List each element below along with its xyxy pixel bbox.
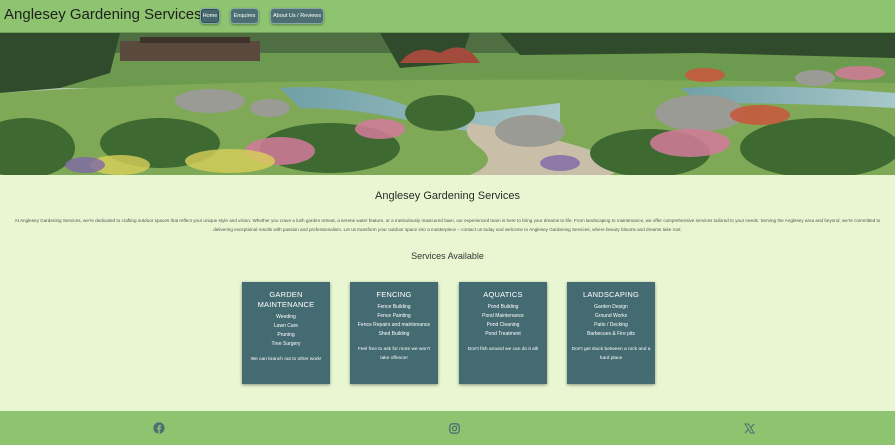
service-card-note: Don't get stuck between a rock and a har… <box>571 347 651 361</box>
service-item: Pond Maintenance <box>482 313 524 319</box>
service-card-landscaping: LANDSCAPING Garden Design Ground Works P… <box>567 282 655 384</box>
services-heading: Services Available <box>411 251 484 261</box>
service-card-title: AQUATICS <box>483 290 523 299</box>
service-item: Lawn Care <box>273 323 299 329</box>
service-item: Weeding <box>276 314 296 320</box>
service-item: Fence Repairs and maintenance <box>357 322 431 328</box>
service-card-title: LANDSCAPING <box>583 290 639 299</box>
service-item: Pond Cleaning <box>486 322 520 328</box>
nav-about-button[interactable]: About Us / Reviews <box>270 8 324 24</box>
service-card-title: FENCING <box>376 290 412 299</box>
service-item: Pond Treatment <box>485 331 521 337</box>
facebook-icon[interactable] <box>152 421 166 435</box>
service-item: Tree Surgery <box>271 341 301 347</box>
service-item: Barbecues & Fire pits <box>587 331 635 337</box>
intro-paragraph: At Anglesey Gardening Services, we're de… <box>14 218 881 232</box>
nav-home-button[interactable]: Home <box>200 8 220 24</box>
x-twitter-icon[interactable] <box>742 421 756 435</box>
service-item: Pond Building <box>487 304 519 310</box>
service-item: Shed Building <box>378 331 410 337</box>
brand-title: Anglesey Gardening Services <box>4 6 202 23</box>
footer <box>0 411 895 445</box>
service-card-note: Don't fish around we can do it all! <box>467 347 539 352</box>
hero-garden-image <box>0 33 895 175</box>
nav-enquires-button[interactable]: Enquires <box>230 8 259 24</box>
service-item: Garden Design <box>594 304 628 310</box>
top-navbar: Anglesey Gardening Services Home Enquire… <box>0 0 895 33</box>
service-card-aquatics: AQUATICS Pond Building Pond Maintenance … <box>459 282 547 384</box>
service-card-garden-maintenance: GARDEN MAINTENANCE Weeding Lawn Care Pru… <box>242 282 330 384</box>
service-item: Patio / Decking <box>594 322 628 328</box>
service-card-fencing: FENCING Fence Building Fence Painting Fe… <box>350 282 438 384</box>
service-card-note: We can branch out to other work! <box>250 357 322 362</box>
page-title: Anglesey Gardening Services <box>375 190 520 202</box>
instagram-icon[interactable] <box>447 421 461 435</box>
service-item: Fence Building <box>377 304 411 310</box>
service-item: Ground Works <box>594 313 628 319</box>
service-card-title: GARDEN MAINTENANCE <box>257 290 315 309</box>
service-item: Fence Painting <box>377 313 411 319</box>
service-item: Pruning <box>277 332 295 338</box>
service-card-note: Feel free to ask for more we won't take … <box>357 347 431 361</box>
